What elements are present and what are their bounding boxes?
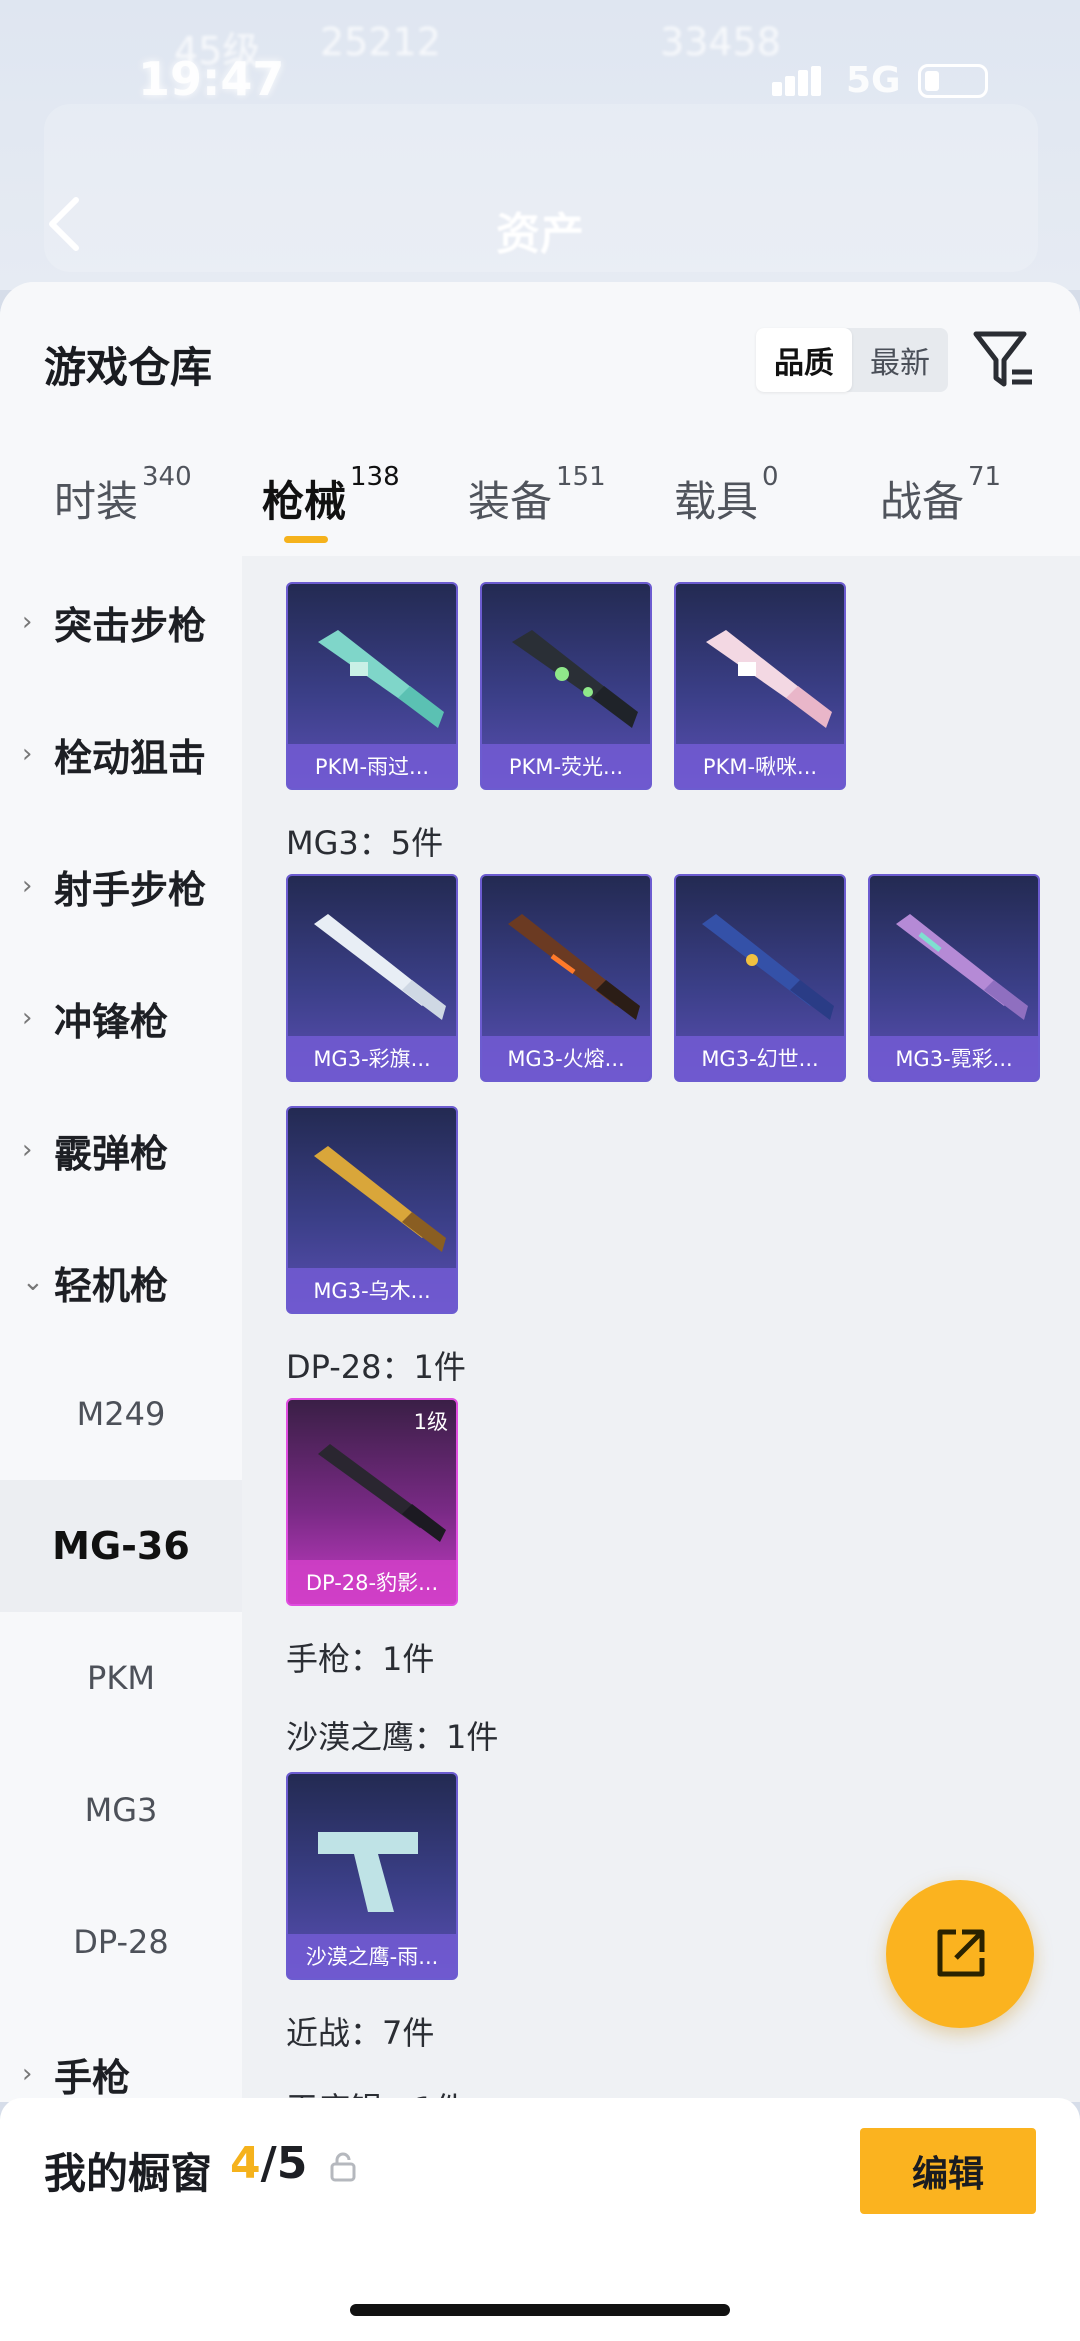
- nav-sub-mg3[interactable]: MG3: [0, 1744, 242, 1876]
- stat-value: 33458: [660, 20, 781, 64]
- weapon-category-nav: › 突击步枪 › 栓动狙击 › 射手步枪 › 冲锋枪 › 霰弹枪 ⌄ 轻机枪 M249 MG…: [0, 556, 242, 2102]
- skin-card[interactable]: PKM-雨过...: [286, 582, 458, 790]
- battery-icon: [918, 64, 988, 98]
- showcase-label: 我的橱窗: [44, 2149, 213, 2198]
- lmg-skin-icon: [702, 914, 834, 1020]
- group-title-desert-eagle: 沙漠之鹰：1件: [286, 1718, 499, 1756]
- chevron-right-icon: ›: [22, 2059, 33, 2089]
- nav-sub-m249[interactable]: M249: [0, 1348, 242, 1480]
- showcase-bar: 我的橱窗 4/5 编辑: [0, 2098, 1080, 2341]
- showcase-count: 4/5: [230, 2138, 308, 2189]
- status-time: 19:47: [138, 52, 285, 106]
- filter-icon[interactable]: [972, 328, 1036, 392]
- lmg-skin-icon: [318, 630, 444, 728]
- nav-assault-rifle[interactable]: › 突击步枪: [0, 556, 242, 688]
- group-title-dp28: DP-28：1件: [286, 1348, 466, 1386]
- share-button[interactable]: [886, 1880, 1034, 2028]
- nav-sub-mg36[interactable]: MG-36: [0, 1480, 242, 1612]
- signal-icon: [772, 66, 832, 96]
- weapon-skin-grid: PKM-雨过... PKM-荧光... PKM-啾咪... MG3：5件 MG3…: [242, 556, 1080, 2102]
- nav-marksman-rifle[interactable]: › 射手步枪: [0, 820, 242, 952]
- sheet-header: 游戏仓库 品质 最新 时装 340 枪械 138 装备 151 载具 0 战备 71: [0, 282, 1080, 556]
- lmg-skin-icon: [318, 1444, 446, 1542]
- home-indicator: [350, 2304, 730, 2316]
- back-arrow-icon[interactable]: [44, 196, 84, 252]
- category-tabs: 时装 340 枪械 138 装备 151 载具 0 战备 71: [0, 446, 1080, 556]
- lmg-skin-icon: [314, 1146, 446, 1252]
- group-title-pistol: 手枪：1件: [286, 1640, 435, 1678]
- tab-firearms[interactable]: 枪械 138: [262, 462, 400, 538]
- tab-vehicles[interactable]: 载具 0: [674, 462, 779, 538]
- skin-card[interactable]: 1级 DP-28-豹影...: [286, 1398, 458, 1606]
- chevron-right-icon: ›: [22, 1135, 33, 1165]
- lock-icon: [330, 2152, 356, 2182]
- sheet-title: 游戏仓库: [44, 343, 213, 392]
- edit-button[interactable]: 编辑: [860, 2128, 1036, 2214]
- chevron-down-icon: ⌄: [22, 1267, 44, 1297]
- game-warehouse-sheet: 游戏仓库 品质 最新 时装 340 枪械 138 装备 151 载具 0 战备 71 › 突…: [0, 282, 1080, 2102]
- tab-fashion[interactable]: 时装 340: [54, 462, 192, 538]
- lmg-skin-icon: [706, 630, 832, 728]
- stat-value: 25212: [320, 20, 441, 64]
- network-type: 5G: [846, 60, 901, 101]
- sort-toggle: 品质 最新: [756, 328, 948, 392]
- skin-card[interactable]: MG3-霓彩...: [868, 874, 1040, 1082]
- pistol-skin-icon: [318, 1832, 418, 1912]
- share-external-icon: [937, 1929, 985, 1977]
- chevron-right-icon: ›: [22, 607, 33, 637]
- skin-card[interactable]: MG3-乌木...: [286, 1106, 458, 1314]
- page-title: 资产: [496, 209, 584, 260]
- nav-smg[interactable]: › 冲锋枪: [0, 952, 242, 1084]
- nav-sub-dp28[interactable]: DP-28: [0, 1876, 242, 2008]
- chevron-right-icon: ›: [22, 871, 33, 901]
- sort-quality-button[interactable]: 品质: [756, 328, 852, 392]
- group-title-melee: 近战：7件: [286, 2014, 435, 2052]
- skin-card[interactable]: MG3-彩旗...: [286, 874, 458, 1082]
- active-tab-indicator: [284, 536, 328, 543]
- tab-equipment[interactable]: 装备 151: [468, 462, 606, 538]
- group-title-mg3: MG3：5件: [286, 824, 444, 862]
- skin-card[interactable]: MG3-火熔...: [480, 874, 652, 1082]
- lmg-skin-icon: [896, 914, 1028, 1020]
- tab-supplies[interactable]: 战备 71: [880, 462, 1001, 538]
- lmg-skin-icon: [512, 630, 638, 728]
- nav-shotgun[interactable]: › 霰弹枪: [0, 1084, 242, 1216]
- sort-newest-button[interactable]: 最新: [852, 328, 948, 392]
- status-backdrop: 45级 25212 33458 19:47 5G 资产: [0, 0, 1080, 290]
- skin-card[interactable]: MG3-幻世...: [674, 874, 846, 1082]
- chevron-right-icon: ›: [22, 1003, 33, 1033]
- lmg-skin-icon: [314, 914, 446, 1020]
- lmg-skin-icon: [508, 914, 640, 1020]
- nav-sub-pkm[interactable]: PKM: [0, 1612, 242, 1744]
- skin-card[interactable]: PKM-荧光...: [480, 582, 652, 790]
- nav-pistol[interactable]: › 手枪: [0, 2008, 242, 2102]
- skin-card[interactable]: PKM-啾咪...: [674, 582, 846, 790]
- nav-lmg[interactable]: ⌄ 轻机枪: [0, 1216, 242, 1348]
- skin-card[interactable]: 沙漠之鹰-雨...: [286, 1772, 458, 1980]
- nav-bolt-sniper[interactable]: › 栓动狙击: [0, 688, 242, 820]
- chevron-right-icon: ›: [22, 739, 33, 769]
